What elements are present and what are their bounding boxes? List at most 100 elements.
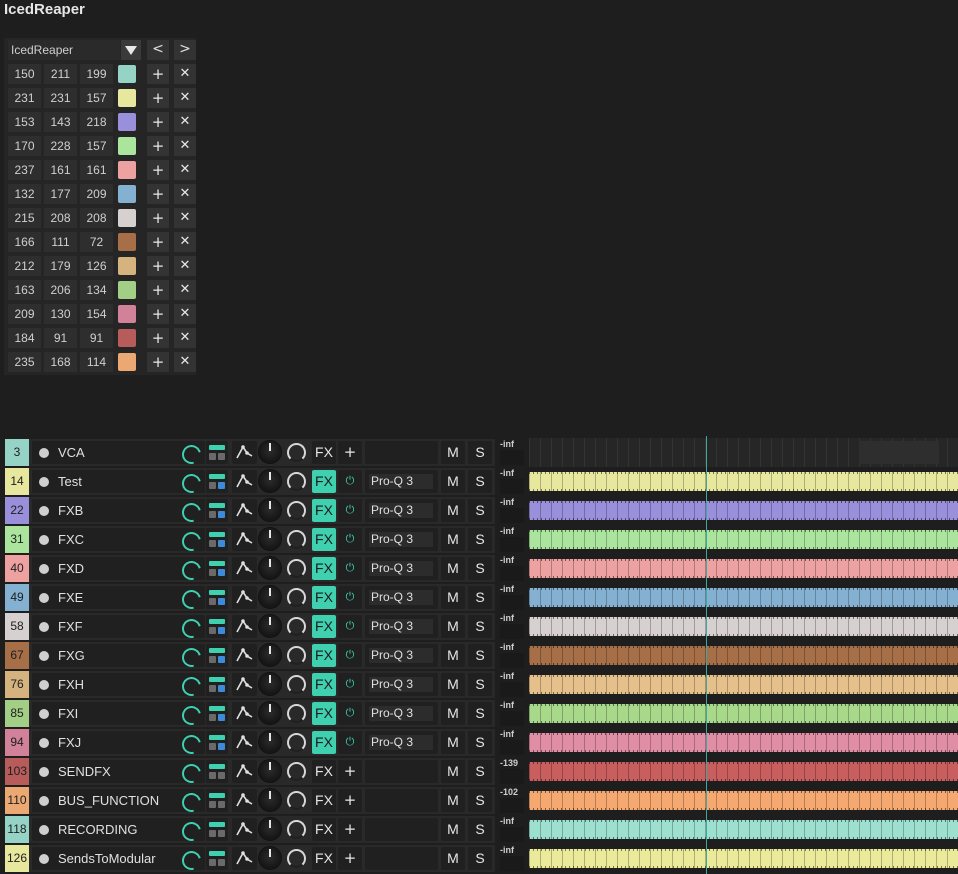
solo-button[interactable]: S <box>468 847 492 870</box>
fx-button[interactable]: FX <box>312 470 336 493</box>
routing-button[interactable] <box>206 615 228 638</box>
blue-value-field[interactable]: 218 <box>80 112 113 132</box>
track-name-box[interactable]: FXG <box>32 644 205 671</box>
color-swatch[interactable] <box>118 65 136 83</box>
fx-bypass-power-icon[interactable]: ⏻ <box>338 731 362 754</box>
media-item[interactable] <box>529 704 958 723</box>
fx-bypass-power-icon[interactable]: ⏻ <box>338 644 362 667</box>
add-fx-button[interactable]: + <box>338 789 362 812</box>
fx-button[interactable]: FX <box>312 760 336 783</box>
blue-value-field[interactable]: 161 <box>80 160 113 180</box>
fx-bypass-power-icon[interactable]: ⏻ <box>338 615 362 638</box>
fx-button[interactable]: FX <box>312 441 336 464</box>
blue-value-field[interactable]: 208 <box>80 208 113 228</box>
volume-knob[interactable] <box>259 818 281 840</box>
solo-button[interactable]: S <box>468 644 492 667</box>
routing-button[interactable] <box>206 644 228 667</box>
remove-color-button[interactable]: ✕ <box>174 64 196 84</box>
volume-knob[interactable] <box>259 731 281 753</box>
fx-bypass-power-icon[interactable]: ⏻ <box>338 470 362 493</box>
add-color-button[interactable]: + <box>147 136 169 156</box>
green-value-field[interactable]: 211 <box>44 64 77 84</box>
record-arm-icon[interactable] <box>39 825 49 835</box>
record-arm-icon[interactable] <box>39 535 49 545</box>
plugin-slot[interactable]: Pro-Q 3 <box>365 644 438 667</box>
track-row[interactable]: 67 FXG FX ⏻ Pro-Q 3 M S -inf <box>0 641 958 671</box>
solo-button[interactable]: S <box>468 731 492 754</box>
input-monitor-icon[interactable] <box>178 586 205 613</box>
plugin-slot[interactable]: Pro-Q 3 <box>365 586 438 609</box>
media-item[interactable] <box>529 646 958 665</box>
remove-color-button[interactable]: ✕ <box>174 304 196 324</box>
fx-button[interactable]: FX <box>312 731 336 754</box>
pan-knob[interactable] <box>287 501 306 520</box>
solo-button[interactable]: S <box>468 499 492 522</box>
pan-knob[interactable] <box>287 530 306 549</box>
envelope-button[interactable] <box>232 615 257 638</box>
input-monitor-icon[interactable] <box>178 499 205 526</box>
pan-knob[interactable] <box>287 588 306 607</box>
envelope-button[interactable] <box>232 499 257 522</box>
pan-knob[interactable] <box>287 472 306 491</box>
track-number[interactable]: 14 <box>5 468 29 495</box>
track-row[interactable]: 14 Test FX ⏻ Pro-Q 3 M S -inf <box>0 467 958 497</box>
red-value-field[interactable]: 209 <box>8 304 41 324</box>
mute-button[interactable]: M <box>441 586 465 609</box>
routing-button[interactable] <box>206 818 228 841</box>
track-number[interactable]: 110 <box>5 787 29 814</box>
track-row[interactable]: 58 FXF FX ⏻ Pro-Q 3 M S -inf <box>0 612 958 642</box>
plugin-slot[interactable] <box>365 818 438 841</box>
red-value-field[interactable]: 184 <box>8 328 41 348</box>
plugin-slot[interactable] <box>365 789 438 812</box>
routing-button[interactable] <box>206 702 228 725</box>
theme-select[interactable]: IcedReaper <box>8 40 120 60</box>
red-value-field[interactable]: 132 <box>8 184 41 204</box>
green-value-field[interactable]: 91 <box>44 328 77 348</box>
color-swatch[interactable] <box>118 233 136 251</box>
add-color-button[interactable]: + <box>147 64 169 84</box>
blue-value-field[interactable]: 72 <box>80 232 113 252</box>
solo-button[interactable]: S <box>468 528 492 551</box>
add-color-button[interactable]: + <box>147 160 169 180</box>
plugin-slot[interactable]: Pro-Q 3 <box>365 673 438 696</box>
plugin-slot[interactable]: Pro-Q 3 <box>365 615 438 638</box>
fx-button[interactable]: FX <box>312 702 336 725</box>
pan-knob[interactable] <box>287 791 306 810</box>
envelope-button[interactable] <box>232 557 257 580</box>
color-swatch[interactable] <box>118 113 136 131</box>
red-value-field[interactable]: 235 <box>8 352 41 372</box>
color-swatch[interactable] <box>118 305 136 323</box>
track-name-box[interactable]: FXH <box>32 673 205 700</box>
remove-color-button[interactable]: ✕ <box>174 280 196 300</box>
media-item[interactable] <box>529 733 958 752</box>
mute-button[interactable]: M <box>441 789 465 812</box>
plugin-slot[interactable] <box>365 847 438 870</box>
input-monitor-icon[interactable] <box>178 818 205 845</box>
color-swatch[interactable] <box>118 353 136 371</box>
blue-value-field[interactable]: 209 <box>80 184 113 204</box>
record-arm-icon[interactable] <box>39 854 49 864</box>
pan-knob[interactable] <box>287 443 306 462</box>
add-color-button[interactable]: + <box>147 256 169 276</box>
mute-button[interactable]: M <box>441 818 465 841</box>
mute-button[interactable]: M <box>441 528 465 551</box>
track-row[interactable]: 40 FXD FX ⏻ Pro-Q 3 M S -inf <box>0 554 958 584</box>
record-arm-icon[interactable] <box>39 506 49 516</box>
media-item[interactable] <box>529 501 958 520</box>
green-value-field[interactable]: 161 <box>44 160 77 180</box>
envelope-button[interactable] <box>232 528 257 551</box>
input-monitor-icon[interactable] <box>178 673 205 700</box>
fx-button[interactable]: FX <box>312 847 336 870</box>
add-color-button[interactable]: + <box>147 328 169 348</box>
record-arm-icon[interactable] <box>39 622 49 632</box>
mute-button[interactable]: M <box>441 644 465 667</box>
plugin-slot[interactable]: Pro-Q 3 <box>365 528 438 551</box>
track-number[interactable]: 103 <box>5 758 29 785</box>
remove-color-button[interactable]: ✕ <box>174 160 196 180</box>
green-value-field[interactable]: 206 <box>44 280 77 300</box>
add-fx-button[interactable]: + <box>338 760 362 783</box>
input-monitor-icon[interactable] <box>178 702 205 729</box>
red-value-field[interactable]: 237 <box>8 160 41 180</box>
media-item[interactable] <box>529 762 958 781</box>
track-name-box[interactable]: RECORDING <box>32 818 205 845</box>
